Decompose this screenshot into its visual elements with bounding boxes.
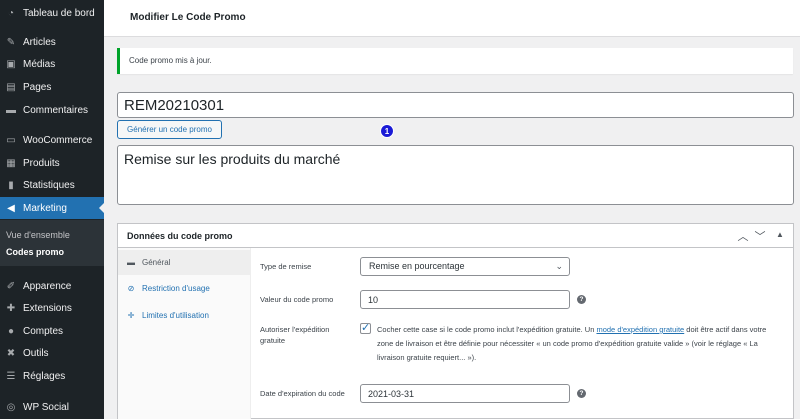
ticket-icon: ▬ [127,258,135,267]
restriction-icon: ⊘ [127,284,135,293]
free-shipping-link[interactable]: mode d'expédition gratuite [596,325,684,334]
social-icon: ◎ [6,401,16,413]
expiry-date-input[interactable] [360,384,570,403]
marketing-submenu: Vue d'ensemble Codes promo [0,220,104,266]
pin-icon: ✎ [6,36,16,48]
coupon-amount-input[interactable] [360,290,570,309]
tab-general[interactable]: ▬ Général [118,250,250,275]
sidebar-item-tools[interactable]: ✖ Outils [0,342,104,364]
panel-tabs: ▬ Général ⊘ Restriction d'usage ✛ Limites d… [118,248,251,419]
discount-type-value: Remise en pourcentage [369,261,465,271]
tab-label: Restriction d'usage [142,284,210,293]
submenu-item-overview[interactable]: Vue d'ensemble [6,230,70,240]
sidebar-item-medias[interactable]: ▣ Médias [0,53,104,75]
megaphone-icon: ◀ [7,202,15,214]
help-icon[interactable]: ? [577,389,586,398]
success-notice: Code promo mis à jour. [117,48,793,74]
checkmark-icon: ✓ [361,322,371,334]
sidebar-item-label: WP Social [23,401,69,413]
sidebar-item-pages[interactable]: ▤ Pages [0,76,104,98]
sidebar-item-marketing[interactable]: ◀ Marketing [0,197,104,219]
sidebar-item-label: Articles [23,36,56,48]
coupon-description-textarea[interactable]: Remise sur les produits du marché [117,145,794,205]
pages-icon: ▤ [6,81,16,93]
sidebar-item-comments[interactable]: ▬ Commentaires [0,99,104,121]
sidebar-item-wp-social[interactable]: ◎ WP Social [0,396,104,418]
sidebar-item-label: Produits [23,157,60,169]
paintbrush-icon: ✐ [6,280,16,292]
sidebar-item-label: Statistiques [23,179,75,191]
users-icon: ● [7,325,15,337]
sidebar-item-accounts[interactable]: ● Comptes [0,320,104,342]
tab-usage-limits[interactable]: ✛ Limites d'utilisation [118,303,250,328]
sidebar-item-appearance[interactable]: ✐ Apparence [0,275,104,297]
limits-icon: ✛ [127,311,135,320]
panel-title: Données du code promo [127,231,233,241]
settings-icon: ☰ [6,370,16,382]
step-marker-1: 1 [380,124,394,138]
generate-code-button[interactable]: Générer un code promo [117,120,222,139]
sidebar-item-articles[interactable]: ✎ Articles [0,31,104,53]
chevron-down-icon[interactable]: ﹀ [753,228,767,244]
products-icon: ▦ [6,157,16,169]
collapse-triangle-icon[interactable]: ▲ [773,230,787,239]
sidebar-item-label: Marketing [23,202,67,214]
panel-header: Données du code promo ︿ ﹀ ▲ [118,224,793,248]
sidebar-item-label: Tableau de bord [23,7,95,19]
sidebar-item-statistics[interactable]: ▮ Statistiques [0,174,104,196]
sidebar-item-products[interactable]: ▦ Produits [0,152,104,174]
media-icon: ▣ [6,58,16,70]
woocommerce-icon: ▭ [6,134,16,146]
sidebar-item-label: Extensions [23,302,72,314]
top-bar: Modifier Le Code Promo [104,0,800,37]
admin-sidebar: ◔ Tableau de bord ✎ Articles ▣ Médias ▤ Page… [0,0,104,419]
free-shipping-label: Autoriser l'expédition gratuite [260,325,330,345]
free-shipping-checkbox[interactable]: ✓ [360,322,371,334]
sidebar-item-label: Médias [23,58,56,70]
sidebar-item-extensions[interactable]: ✚ Extensions [0,297,104,319]
coupon-code-input[interactable] [117,92,794,118]
chevron-down-icon: ⌄ [555,261,563,271]
discount-type-select[interactable]: Remise en pourcentage ⌄ [360,257,570,276]
sidebar-item-woocommerce[interactable]: ▭ WooCommerce [0,129,104,151]
chart-icon: ▮ [8,179,14,191]
free-shipping-description: Cocher cette case si le code promo inclu… [377,325,767,362]
plugin-icon: ✚ [6,302,16,314]
sidebar-item-dashboard[interactable]: ◔ Tableau de bord [0,2,104,24]
sidebar-item-label: Commentaires [23,104,89,116]
sidebar-item-label: Apparence [23,280,72,292]
sidebar-item-label: Outils [23,347,49,359]
wrench-icon: ✖ [6,347,16,359]
comments-icon: ▬ [6,104,16,116]
sidebar-item-label: Comptes [23,325,64,337]
sidebar-item-label: Réglages [23,370,66,382]
sidebar-item-label: Pages [23,81,52,93]
expiry-date-label: Date d'expiration du code [260,389,345,398]
tab-usage-restriction[interactable]: ⊘ Restriction d'usage [118,276,250,301]
page-title: Modifier Le Code Promo [130,12,246,23]
sidebar-item-settings[interactable]: ☰ Réglages [0,365,104,387]
submenu-item-coupons[interactable]: Codes promo [6,247,64,257]
sidebar-item-label: WooCommerce [23,134,93,146]
dashboard-icon: ◔ [7,7,15,19]
coupon-amount-label: Valeur du code promo [260,295,334,304]
tab-label: Limites d'utilisation [142,311,209,320]
help-icon[interactable]: ? [577,295,586,304]
chevron-up-icon[interactable]: ︿ [736,228,750,244]
tab-label: Général [142,258,171,267]
notice-text: Code promo mis à jour. [129,56,212,65]
discount-type-label: Type de remise [260,262,312,271]
